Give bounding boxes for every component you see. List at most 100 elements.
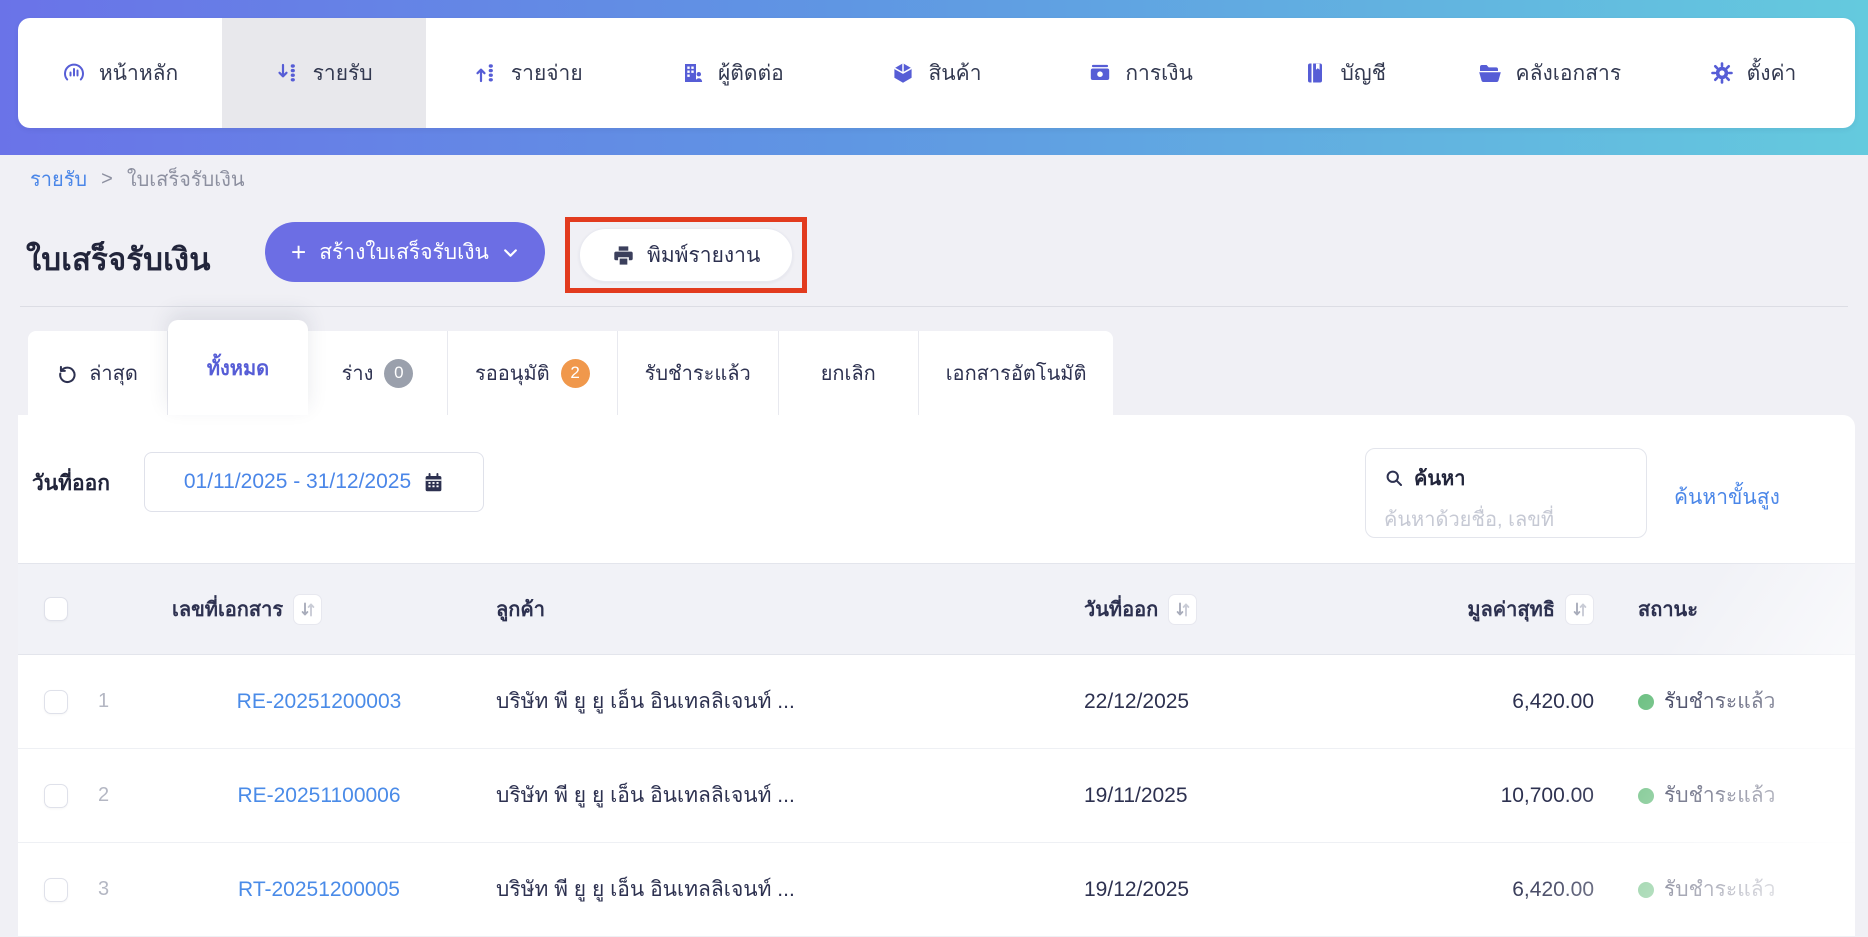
issue-date-filter-label: วันที่ออก: [32, 472, 110, 495]
documents-icon: [1477, 61, 1503, 85]
tab-label: รออนุมัติ: [475, 363, 550, 385]
income-icon: [276, 61, 300, 85]
tab-label: รับชำระแล้ว: [644, 363, 751, 385]
nav-item-label: ตั้งค่า: [1746, 61, 1797, 85]
nav-item-settings[interactable]: ตั้งค่า: [1651, 18, 1855, 128]
tab-label: ยกเลิก: [820, 363, 876, 385]
header-customer: ลูกค้า: [496, 599, 545, 621]
breadcrumb-separator: >: [101, 167, 113, 190]
document-link[interactable]: RE-20251200003: [237, 690, 402, 714]
table-row: 2 RE-20251100006 บริษัท พี ยู ยู เอ็น อิ…: [18, 749, 1855, 843]
nav-item-label: การเงิน: [1125, 61, 1193, 85]
printer-icon: [612, 244, 635, 267]
issue-date: 22/12/2025: [1084, 689, 1190, 713]
tab-all[interactable]: ทั้งหมด: [168, 320, 308, 415]
sort-icon[interactable]: [1168, 593, 1198, 625]
search-label: ค้นหา: [1414, 468, 1466, 490]
content-card: วันที่ออก 01/11/2025 - 31/12/2025 ค้นหา …: [18, 415, 1855, 937]
chevron-down-icon: [502, 244, 519, 261]
status-dot-icon: [1638, 787, 1654, 804]
tab-bar: ล่าสุด ทั้งหมด ร่าง 0 รออนุมัติ 2 รับชำร…: [28, 320, 1114, 415]
contacts-icon: [681, 61, 705, 85]
tab-label: ล่าสุด: [89, 363, 138, 385]
nav-item-label: รายรับ: [312, 61, 373, 85]
nav-item-documents[interactable]: คลังเอกสาร: [1447, 18, 1651, 128]
status-badge: รับชำระแล้ว: [1594, 685, 1829, 718]
table-header-row: เลขที่เอกสาร ลูกค้า วันที่ออก มูลค่าสุทธ…: [18, 563, 1855, 655]
tab-label: ร่าง: [341, 363, 374, 385]
select-all-checkbox[interactable]: [44, 597, 68, 621]
status-label: รับชำระแล้ว: [1664, 784, 1776, 807]
tab-pending-approval[interactable]: รออนุมัติ 2: [448, 331, 618, 415]
nav-item-contacts[interactable]: ผู้ติดต่อ: [630, 18, 834, 128]
status-dot-icon: [1638, 881, 1654, 898]
dashboard-icon: [62, 61, 86, 85]
print-report-button[interactable]: พิมพ์รายงาน: [579, 228, 794, 282]
finance-icon: [1088, 61, 1112, 85]
net-value: 6,420.00: [1512, 877, 1594, 901]
status-label: รับชำระแล้ว: [1664, 690, 1776, 713]
main-nav: หน้าหลัก รายรับ รายจ่าย ผู้ติดต่อ สินค้า…: [18, 18, 1855, 128]
nav-item-label: บัญชี: [1340, 61, 1386, 85]
status-badge: รับชำระแล้ว: [1594, 779, 1829, 812]
create-receipt-label: สร้างใบเสร็จรับเงิน: [319, 240, 489, 264]
date-range-value: 01/11/2025 - 31/12/2025: [183, 470, 412, 493]
status-badge: รับชำระแล้ว: [1594, 873, 1829, 906]
documents-table: เลขที่เอกสาร ลูกค้า วันที่ออก มูลค่าสุทธ…: [18, 563, 1855, 937]
row-checkbox[interactable]: [44, 689, 68, 714]
search-icon: [1384, 468, 1404, 488]
nav-item-home[interactable]: หน้าหลัก: [18, 18, 222, 128]
nav-item-label: รายจ่าย: [510, 61, 583, 85]
accounting-icon: [1303, 61, 1327, 85]
header-doc-no: เลขที่เอกสาร: [172, 599, 284, 621]
settings-icon: [1710, 61, 1734, 85]
advanced-search-link[interactable]: ค้นหาขั้นสูง: [1674, 481, 1780, 514]
tab-auto-documents[interactable]: เอกสารอัตโนมัติ: [918, 331, 1114, 415]
issue-date: 19/11/2025: [1084, 783, 1188, 807]
history-icon: [57, 363, 78, 384]
row-checkbox[interactable]: [44, 877, 68, 902]
tab-paid[interactable]: รับชำระแล้ว: [617, 331, 779, 415]
nav-item-expense[interactable]: รายจ่าย: [426, 18, 630, 128]
net-value: 6,420.00: [1512, 689, 1594, 713]
sort-icon[interactable]: [293, 593, 323, 625]
customer-name: บริษัท พี ยู ยู เอ็น อินเทลลิเจนท์ ...: [496, 690, 795, 713]
date-range-input[interactable]: 01/11/2025 - 31/12/2025: [144, 452, 484, 512]
tab-label: เอกสารอัตโนมัติ: [945, 363, 1087, 385]
net-value: 10,700.00: [1500, 783, 1594, 807]
nav-item-income[interactable]: รายรับ: [222, 18, 427, 128]
print-report-label: พิมพ์รายงาน: [647, 243, 761, 267]
expense-icon: [474, 61, 498, 85]
search-placeholder: ค้นหาด้วยชื่อ, เลขที่: [1384, 509, 1555, 531]
nav-item-finance[interactable]: การเงิน: [1039, 18, 1243, 128]
table-row: 3 RT-20251200005 บริษัท พี ยู ยู เอ็น อิ…: [18, 843, 1855, 937]
calendar-icon: [423, 472, 444, 493]
plus-icon: +: [291, 237, 307, 267]
customer-name: บริษัท พี ยู ยู เอ็น อินเทลลิเจนท์ ...: [496, 784, 795, 807]
breadcrumb-parent-link[interactable]: รายรับ: [30, 163, 87, 195]
create-receipt-button[interactable]: + สร้างใบเสร็จรับเงิน: [265, 222, 545, 282]
document-link[interactable]: RT-20251200005: [238, 878, 400, 902]
section-divider: [20, 306, 1848, 307]
row-number: 1: [98, 690, 110, 712]
nav-item-products[interactable]: สินค้า: [834, 18, 1038, 128]
row-number: 2: [98, 784, 110, 806]
products-icon: [891, 61, 915, 85]
tab-latest[interactable]: ล่าสุด: [28, 331, 168, 415]
search-input[interactable]: ค้นหา ค้นหาด้วยชื่อ, เลขที่: [1365, 448, 1647, 538]
page-title: ใบเสร็จรับเงิน: [26, 242, 211, 277]
table-row: 1 RE-20251200003 บริษัท พี ยู ยู เอ็น อิ…: [18, 655, 1855, 749]
document-link[interactable]: RE-20251100006: [237, 784, 400, 808]
tab-draft[interactable]: ร่าง 0: [308, 331, 448, 415]
row-checkbox[interactable]: [44, 783, 68, 808]
tab-cancelled[interactable]: ยกเลิก: [778, 331, 919, 415]
breadcrumb: รายรับ > ใบเสร็จรับเงิน: [30, 163, 245, 195]
sort-icon[interactable]: [1565, 593, 1594, 625]
customer-name: บริษัท พี ยู ยู เอ็น อินเทลลิเจนท์ ...: [496, 878, 795, 901]
header-issue-date: วันที่ออก: [1084, 599, 1159, 621]
header-status: สถานะ: [1638, 599, 1698, 621]
issue-date: 19/12/2025: [1084, 877, 1190, 901]
breadcrumb-current: ใบเสร็จรับเงิน: [126, 169, 245, 191]
nav-item-label: หน้าหลัก: [98, 61, 179, 85]
nav-item-accounting[interactable]: บัญชี: [1243, 18, 1447, 128]
